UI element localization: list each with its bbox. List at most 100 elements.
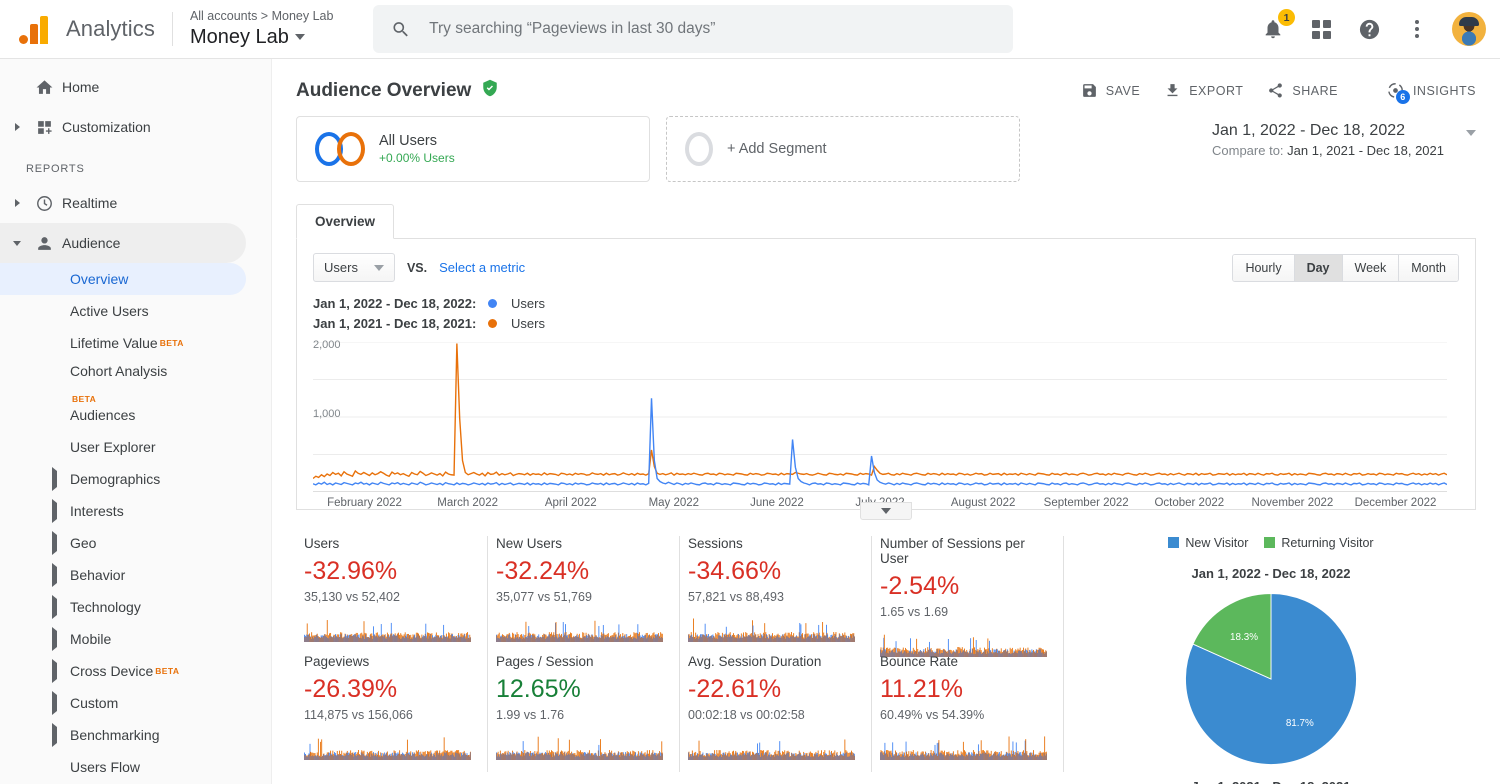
pie-legend-new-visitor[interactable]: New Visitor: [1168, 536, 1248, 550]
insights-button[interactable]: 6 INSIGHTS: [1386, 81, 1476, 104]
date-range-selector[interactable]: Jan 1, 2022 - Dec 18, 2022 Compare to: J…: [1212, 116, 1476, 158]
expand-arrow[interactable]: [52, 723, 57, 747]
metric-card-avg-session-duration[interactable]: Avg. Session Duration -22.61% 00:02:18 v…: [680, 654, 872, 772]
metric-comparison: 1.99 vs 1.76: [496, 708, 565, 722]
page-title: Audience Overview: [296, 79, 472, 101]
sidebar-item-behavior[interactable]: Behavior: [0, 559, 271, 591]
segment-all-users[interactable]: All Users +0.00% Users: [296, 116, 650, 182]
x-tick: February 2022: [327, 497, 402, 509]
granularity-month[interactable]: Month: [1399, 254, 1458, 281]
granularity-hourly[interactable]: Hourly: [1233, 254, 1295, 281]
sidebar-item-cross-device[interactable]: Cross Device BETA: [0, 655, 271, 687]
person-icon: [26, 234, 62, 253]
select-metric-link[interactable]: Select a metric: [439, 260, 525, 275]
collapse-arrow[interactable]: [8, 240, 26, 246]
pie-svg[interactable]: 81.7% 18.3%: [1181, 589, 1361, 769]
sidebar-subitem-label: Active Users: [70, 303, 149, 319]
sidebar-item-users-flow[interactable]: Users Flow: [0, 751, 271, 783]
sidebar-subitem-label: Users Flow: [70, 759, 141, 775]
more-vert-icon[interactable]: [1404, 16, 1430, 42]
metric-select[interactable]: Users: [313, 253, 395, 282]
expand-arrow[interactable]: [8, 199, 26, 207]
metric-sparkline: [304, 612, 472, 642]
metric-card-sessions[interactable]: Sessions -34.66% 57,821 vs 88,493: [680, 536, 872, 654]
metric-card-pageviews[interactable]: Pageviews -26.39% 114,875 vs 156,066: [296, 654, 488, 772]
metric-sparkline: [688, 612, 856, 642]
expand-arrow[interactable]: [8, 123, 26, 131]
top-bar-actions: 1: [1260, 9, 1486, 46]
metric-card-new-users[interactable]: New Users -32.24% 35,077 vs 51,769: [488, 536, 680, 654]
sidebar-item-interests[interactable]: Interests: [0, 495, 271, 527]
pie-title: Jan 1, 2022 - Dec 18, 2022: [1191, 566, 1351, 581]
segment-rings-icon: [315, 132, 365, 166]
sidebar-item-benchmarking[interactable]: Benchmarking: [0, 719, 271, 751]
lower-section: Users -32.96% 35,130 vs 52,402 New Users…: [296, 536, 1476, 784]
sidebar-item-home[interactable]: Home: [0, 67, 271, 107]
pie-legend-returning-visitor[interactable]: Returning Visitor: [1264, 536, 1374, 550]
insights-badge: 6: [1395, 90, 1410, 104]
chart-controls: Users VS. Select a metric Hourly Day Wee…: [297, 253, 1475, 282]
chevron-down-icon[interactable]: [1466, 130, 1476, 136]
share-icon: [1269, 83, 1283, 98]
add-segment-button[interactable]: + Add Segment: [666, 116, 1020, 182]
sidebar-item-realtime[interactable]: Realtime: [0, 183, 271, 223]
bell-icon[interactable]: 1: [1260, 9, 1295, 42]
help-icon[interactable]: [1356, 16, 1382, 42]
sidebar-item-audiences[interactable]: Audiences: [0, 399, 271, 431]
search-box[interactable]: [373, 5, 1014, 53]
metric-card-pages-per-session[interactable]: Pages / Session 12.65% 1.99 vs 1.76: [488, 654, 680, 772]
sidebar-subitem-label: Technology: [70, 599, 141, 615]
granularity-group: Hourly Day Week Month: [1232, 253, 1459, 282]
property-name-label: Money Lab: [189, 26, 289, 48]
sidebar-item-geo[interactable]: Geo: [0, 527, 271, 559]
expand-arrow[interactable]: [52, 691, 57, 715]
sidebar-item-custom[interactable]: Custom: [0, 687, 271, 719]
apps-grid-icon[interactable]: [1308, 16, 1334, 42]
collapse-chart-button[interactable]: [860, 502, 912, 520]
avatar[interactable]: [1452, 12, 1486, 46]
expand-arrow[interactable]: [52, 659, 57, 683]
expand-arrow[interactable]: [52, 595, 57, 619]
sidebar-item-active-users[interactable]: Active Users: [0, 295, 271, 327]
pie-footer: Jan 1, 2021 - Dec 18, 2021: [1191, 779, 1350, 784]
expand-arrow[interactable]: [52, 499, 57, 523]
sidebar-item-cohort-analysis[interactable]: Cohort Analysis BETA: [0, 359, 271, 404]
sidebar-item-label: Audience: [62, 235, 121, 251]
property-name[interactable]: Money Lab: [190, 24, 334, 50]
sidebar-item-customization[interactable]: Customization: [0, 107, 271, 147]
search-input[interactable]: [429, 20, 996, 38]
breadcrumb: All accounts > Money Lab: [189, 9, 334, 23]
share-button[interactable]: SHARE: [1267, 82, 1338, 99]
sidebar-item-lifetime-value[interactable]: Lifetime Value BETA: [0, 327, 271, 359]
sidebar-item-demographics[interactable]: Demographics: [0, 463, 271, 495]
export-button[interactable]: EXPORT: [1164, 82, 1243, 99]
sidebar-item-mobile[interactable]: Mobile: [0, 623, 271, 655]
sidebar-item-technology[interactable]: Technology: [0, 591, 271, 623]
account-selector[interactable]: All accounts > Money Lab Money Lab: [190, 8, 334, 50]
legend-date: Jan 1, 2021 - Dec 18, 2021:: [313, 316, 477, 331]
metric-card-users[interactable]: Users -32.96% 35,130 vs 52,402: [296, 536, 488, 654]
metric-card-sessions-per-user[interactable]: Number of Sessions per User -2.54% 1.65 …: [872, 536, 1064, 657]
notification-badge: 1: [1278, 9, 1295, 26]
sidebar-subitem-label: Cohort Analysis: [70, 363, 168, 379]
timeseries-chart[interactable]: 2,000 1,000: [312, 339, 1448, 493]
legend-color-swatch: [1264, 537, 1276, 548]
save-label: SAVE: [1105, 83, 1141, 98]
x-tick: December 2022: [1354, 497, 1437, 509]
expand-arrow[interactable]: [52, 467, 57, 491]
sidebar-item-audience[interactable]: Audience: [0, 223, 246, 263]
granularity-day[interactable]: Day: [1294, 254, 1343, 281]
sidebar-item-overview[interactable]: Overview: [0, 263, 246, 295]
expand-arrow[interactable]: [52, 531, 57, 555]
granularity-week[interactable]: Week: [1342, 254, 1400, 281]
sidebar-item-user-explorer[interactable]: User Explorer: [0, 431, 271, 463]
expand-arrow[interactable]: [52, 627, 57, 651]
header-divider: [171, 12, 173, 46]
expand-arrow[interactable]: [52, 563, 57, 587]
metric-card-bounce-rate[interactable]: Bounce Rate 11.21% 60.49% vs 54.39%: [872, 654, 1064, 772]
metric-name: Pages / Session: [496, 654, 594, 669]
tab-overview[interactable]: Overview: [296, 204, 395, 239]
save-button[interactable]: SAVE: [1081, 82, 1140, 99]
metric-name: Number of Sessions per User: [880, 536, 1025, 566]
chevron-down-icon: [294, 34, 305, 40]
